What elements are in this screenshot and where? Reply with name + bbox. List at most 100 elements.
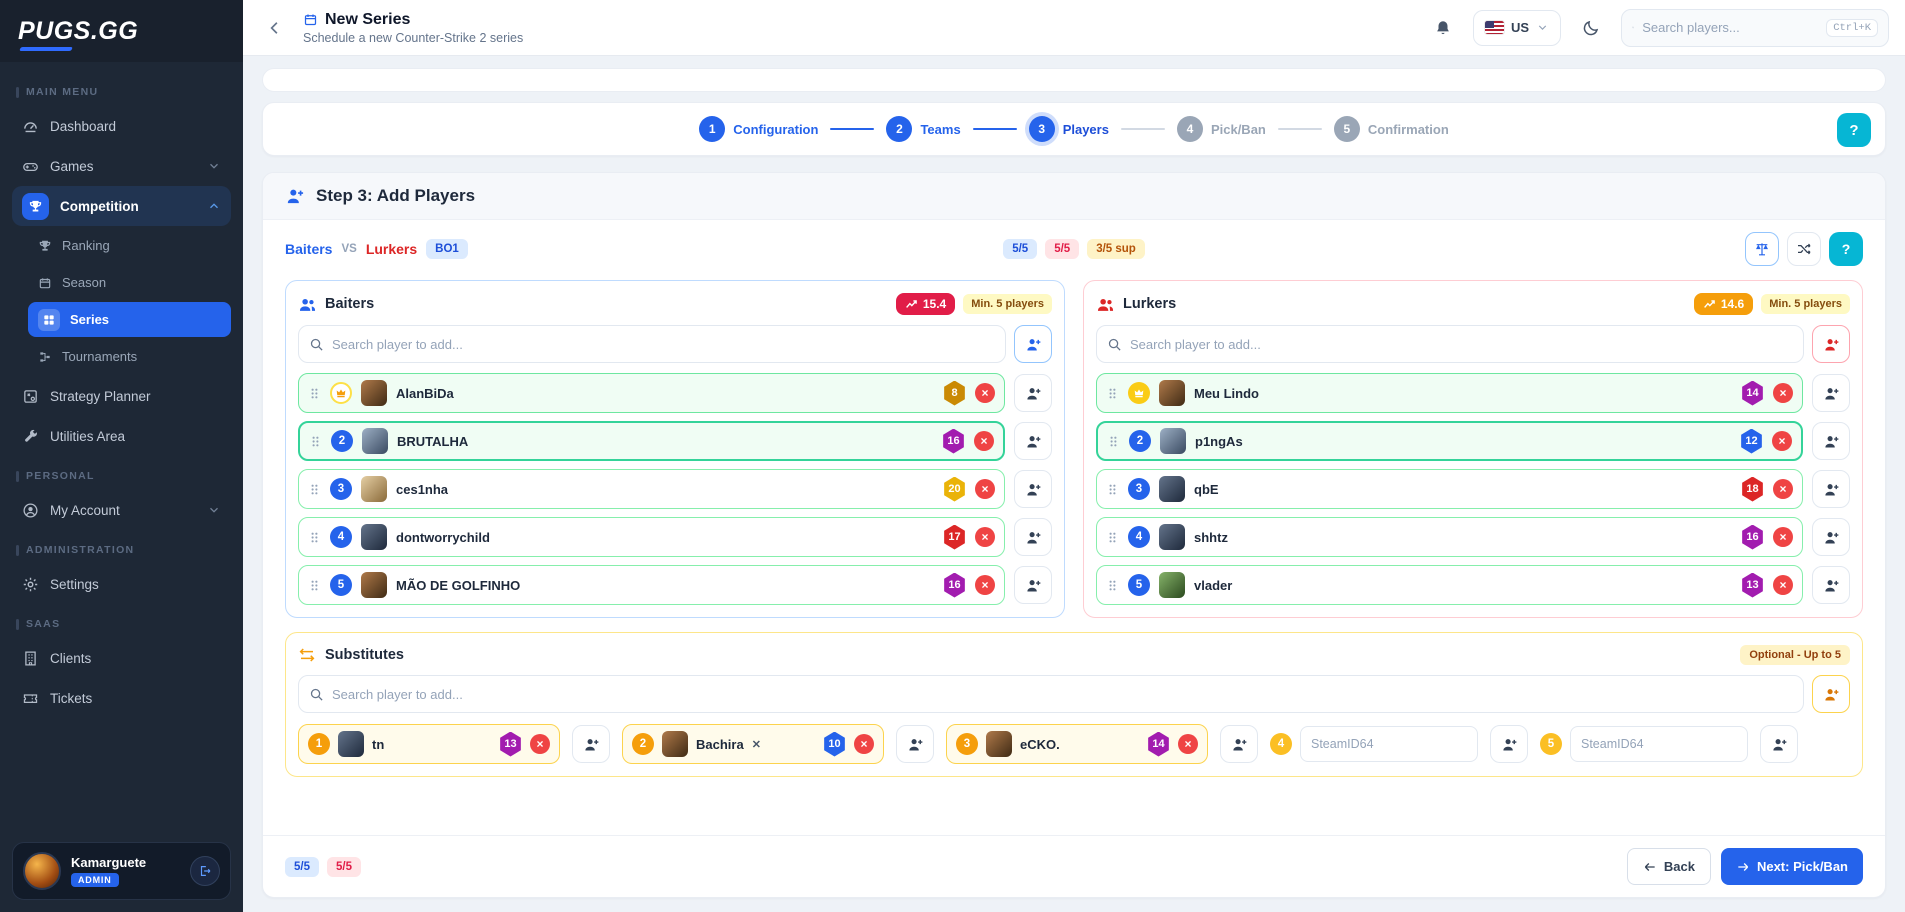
remove-player-button[interactable]: × bbox=[1772, 431, 1792, 451]
search-input[interactable] bbox=[1642, 20, 1818, 35]
drag-handle-icon[interactable] bbox=[1106, 579, 1119, 592]
back-button[interactable]: Back bbox=[1627, 848, 1711, 885]
substitute-slot[interactable]: 3 eCKO. 14 × bbox=[946, 724, 1208, 764]
player-search[interactable] bbox=[298, 325, 1006, 363]
swap-player-button[interactable] bbox=[1812, 422, 1850, 460]
player-row[interactable]: 3 ces1nha 20 × bbox=[298, 469, 1005, 509]
remove-player-button[interactable]: × bbox=[975, 479, 995, 499]
substitute-search-input[interactable] bbox=[332, 687, 1793, 702]
step-teams[interactable]: 2 Teams bbox=[886, 116, 960, 142]
player-rating-badge: 16 bbox=[942, 429, 965, 454]
player-avatar bbox=[1159, 380, 1185, 406]
remove-player-button[interactable]: × bbox=[975, 575, 995, 595]
notifications-button[interactable] bbox=[1425, 10, 1461, 46]
swap-player-button[interactable] bbox=[1014, 422, 1052, 460]
player-row[interactable]: 4 dontworrychild 17 × bbox=[298, 517, 1005, 557]
drag-handle-icon[interactable] bbox=[308, 387, 321, 400]
add-from-roster-button[interactable] bbox=[1812, 325, 1850, 363]
player-row[interactable]: Meu Lindo 14 × bbox=[1096, 373, 1803, 413]
drag-handle-icon[interactable] bbox=[1106, 387, 1119, 400]
player-row[interactable]: AlanBiDa 8 × bbox=[298, 373, 1005, 413]
user-plus-icon bbox=[1025, 336, 1042, 353]
remove-player-button[interactable]: × bbox=[974, 431, 994, 451]
player-row[interactable]: 5 vlader 13 × bbox=[1096, 565, 1803, 605]
player-row[interactable]: 4 shhtz 16 × bbox=[1096, 517, 1803, 557]
swap-player-button[interactable] bbox=[1812, 566, 1850, 604]
drag-handle-icon[interactable] bbox=[1106, 531, 1119, 544]
remove-player-button[interactable]: × bbox=[854, 734, 874, 754]
drag-handle-icon[interactable] bbox=[308, 483, 321, 496]
remove-player-button[interactable]: × bbox=[1773, 575, 1793, 595]
swap-player-button[interactable] bbox=[1812, 374, 1850, 412]
next-pick-ban-button[interactable]: Next: Pick/Ban bbox=[1721, 848, 1863, 885]
remove-player-button[interactable]: × bbox=[975, 383, 995, 403]
swap-player-button[interactable] bbox=[572, 725, 610, 763]
drag-handle-icon[interactable] bbox=[309, 435, 322, 448]
remove-player-button[interactable]: × bbox=[1773, 383, 1793, 403]
player-row[interactable]: 2 p1ngAs 12 × bbox=[1096, 421, 1803, 461]
add-by-steamid-button[interactable] bbox=[1760, 725, 1798, 763]
help-button[interactable]: ? bbox=[1837, 113, 1871, 147]
app-logo[interactable]: PUGS.GG bbox=[0, 0, 243, 62]
sidebar-item-dashboard[interactable]: Dashboard bbox=[12, 106, 231, 146]
back-chevron-button[interactable] bbox=[259, 12, 291, 44]
sidebar-item-utilities-area[interactable]: Utilities Area bbox=[12, 416, 231, 456]
player-row[interactable]: 5 MÃO DE GOLFINHO 16 × bbox=[298, 565, 1005, 605]
swap-player-button[interactable] bbox=[1014, 470, 1052, 508]
remove-player-button[interactable]: × bbox=[1773, 479, 1793, 499]
sidebar-item-ranking[interactable]: Ranking bbox=[28, 228, 231, 263]
drag-handle-icon[interactable] bbox=[308, 531, 321, 544]
step-players[interactable]: 3 Players bbox=[1029, 116, 1109, 142]
player-search-input[interactable] bbox=[332, 337, 995, 352]
remove-player-button[interactable]: × bbox=[530, 734, 550, 754]
sidebar-item-tickets[interactable]: Tickets bbox=[12, 678, 231, 718]
swap-player-button[interactable] bbox=[1014, 374, 1052, 412]
user-profile-card[interactable]: Kamarguete ADMIN bbox=[12, 842, 231, 900]
steamid-input[interactable] bbox=[1570, 726, 1748, 762]
sidebar-item-tournaments[interactable]: Tournaments bbox=[28, 339, 231, 374]
step-confirmation[interactable]: 5 Confirmation bbox=[1334, 116, 1449, 142]
drag-handle-icon[interactable] bbox=[1107, 435, 1120, 448]
substitute-slot[interactable]: 1 tn 13 × bbox=[298, 724, 560, 764]
step-title: Step 3: Add Players bbox=[316, 186, 475, 206]
player-row[interactable]: 2 BRUTALHA 16 × bbox=[298, 421, 1005, 461]
substitute-search[interactable] bbox=[298, 675, 1804, 713]
add-by-steamid-button[interactable] bbox=[1490, 725, 1528, 763]
sidebar-item-competition[interactable]: Competition bbox=[12, 186, 231, 226]
remove-player-button[interactable]: × bbox=[1178, 734, 1198, 754]
step-configuration[interactable]: 1 Configuration bbox=[699, 116, 818, 142]
global-search[interactable]: Ctrl+K bbox=[1621, 9, 1889, 47]
sidebar-item-clients[interactable]: Clients bbox=[12, 638, 231, 678]
page-title: New Series bbox=[325, 11, 410, 29]
swap-player-button[interactable] bbox=[1014, 518, 1052, 556]
swap-player-button[interactable] bbox=[1812, 518, 1850, 556]
step-pick-ban[interactable]: 4 Pick/Ban bbox=[1177, 116, 1266, 142]
logout-button[interactable] bbox=[190, 856, 220, 886]
remove-player-button[interactable]: × bbox=[975, 527, 995, 547]
sidebar-item-season[interactable]: Season bbox=[28, 265, 231, 300]
player-row[interactable]: 3 qbE 18 × bbox=[1096, 469, 1803, 509]
drag-handle-icon[interactable] bbox=[308, 579, 321, 592]
player-search-input[interactable] bbox=[1130, 337, 1793, 352]
swap-player-button[interactable] bbox=[896, 725, 934, 763]
sidebar-item-games[interactable]: Games bbox=[12, 146, 231, 186]
add-substitute-button[interactable] bbox=[1812, 675, 1850, 713]
sidebar-item-series[interactable]: Series bbox=[28, 302, 231, 337]
add-from-roster-button[interactable] bbox=[1014, 325, 1052, 363]
shuffle-teams-button[interactable] bbox=[1787, 232, 1821, 266]
locale-selector[interactable]: US bbox=[1473, 10, 1561, 46]
drag-handle-icon[interactable] bbox=[1106, 483, 1119, 496]
help-button[interactable]: ? bbox=[1829, 232, 1863, 266]
sidebar-item-my-account[interactable]: My Account bbox=[12, 490, 231, 530]
sidebar-item-settings[interactable]: Settings bbox=[12, 564, 231, 604]
substitute-slot[interactable]: 2 Bachira ✕ 10 × bbox=[622, 724, 884, 764]
swap-player-button[interactable] bbox=[1014, 566, 1052, 604]
dark-mode-toggle[interactable] bbox=[1573, 10, 1609, 46]
player-search[interactable] bbox=[1096, 325, 1804, 363]
remove-player-button[interactable]: × bbox=[1773, 527, 1793, 547]
steamid-input[interactable] bbox=[1300, 726, 1478, 762]
swap-player-button[interactable] bbox=[1812, 470, 1850, 508]
balance-teams-button[interactable] bbox=[1745, 232, 1779, 266]
sidebar-item-strategy-planner[interactable]: Strategy Planner bbox=[12, 376, 231, 416]
swap-player-button[interactable] bbox=[1220, 725, 1258, 763]
